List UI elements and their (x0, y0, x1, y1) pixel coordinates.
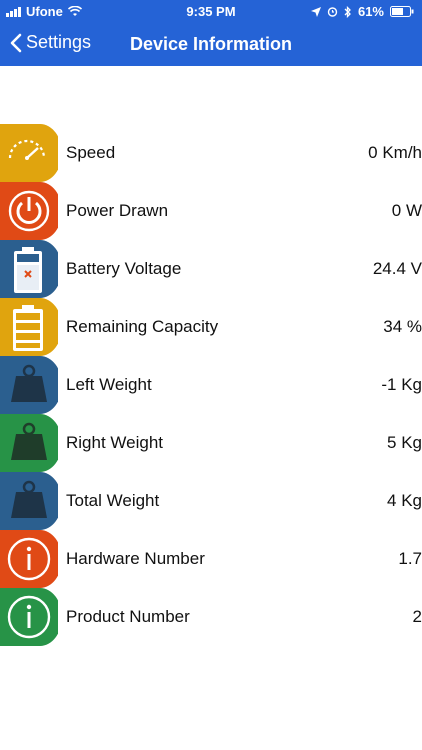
item-label: Product Number (66, 607, 190, 626)
item-label: Power Drawn (66, 201, 169, 220)
item-label: Left Weight (66, 375, 152, 394)
weight-icon (0, 356, 62, 414)
item-value: 4 Kg (387, 491, 422, 510)
list-item: Remaining Capacity 34 % (0, 298, 422, 356)
list-item: Hardware Number 1.7 (0, 530, 422, 588)
status-bar: Ufone 9:35 PM 61% (0, 0, 422, 24)
item-value: -1 Kg (381, 375, 422, 394)
page-title: Device Information (0, 34, 422, 55)
header: Ufone 9:35 PM 61% Settings Device Inform… (0, 0, 422, 66)
bluetooth-icon (344, 5, 351, 18)
item-value: 24.4 V (372, 259, 422, 278)
battery-voltage-icon (0, 240, 62, 298)
item-label: Hardware Number (66, 549, 205, 568)
item-value: 1.7 (398, 549, 422, 568)
nav-bar: Settings Device Information (0, 24, 422, 66)
battery-capacity-icon (0, 298, 62, 356)
list-item: Left Weight -1 Kg (0, 356, 422, 414)
item-value: 34 % (383, 317, 422, 336)
page-title-text: Device Information (129, 34, 293, 54)
speedometer-icon (0, 124, 62, 182)
item-label: Remaining Capacity (66, 317, 219, 336)
power-icon (0, 182, 62, 240)
battery-icon (390, 6, 414, 17)
battery-percent: 61% (357, 4, 384, 19)
info-icon (0, 530, 62, 588)
item-label: Right Weight (66, 433, 164, 452)
list-item: Product Number 2 (0, 588, 422, 646)
list-item: Total Weight 4 Kg (0, 472, 422, 530)
status-right: 61% (310, 4, 414, 19)
item-label: Battery Voltage (66, 259, 182, 278)
weight-icon (0, 414, 62, 472)
list-item: Battery Voltage 24.4 V (0, 240, 422, 298)
list-item: Power Drawn 0 W (0, 182, 422, 240)
item-value: 5 Kg (387, 433, 422, 452)
item-value: 0 W (391, 201, 422, 220)
device-info-list: Speed 0 Km/h Power Drawn 0 W Battery Vol… (0, 124, 422, 646)
weight-icon (0, 472, 62, 530)
item-value: 2 (412, 607, 422, 626)
alarm-icon (327, 7, 338, 17)
item-label: Speed (66, 143, 116, 162)
list-item: Right Weight 5 Kg (0, 414, 422, 472)
item-value: 0 Km/h (368, 143, 422, 162)
list-item: Speed 0 Km/h (0, 124, 422, 182)
item-label: Total Weight (66, 491, 160, 510)
location-arrow-icon (310, 6, 321, 17)
info-icon (0, 588, 62, 646)
